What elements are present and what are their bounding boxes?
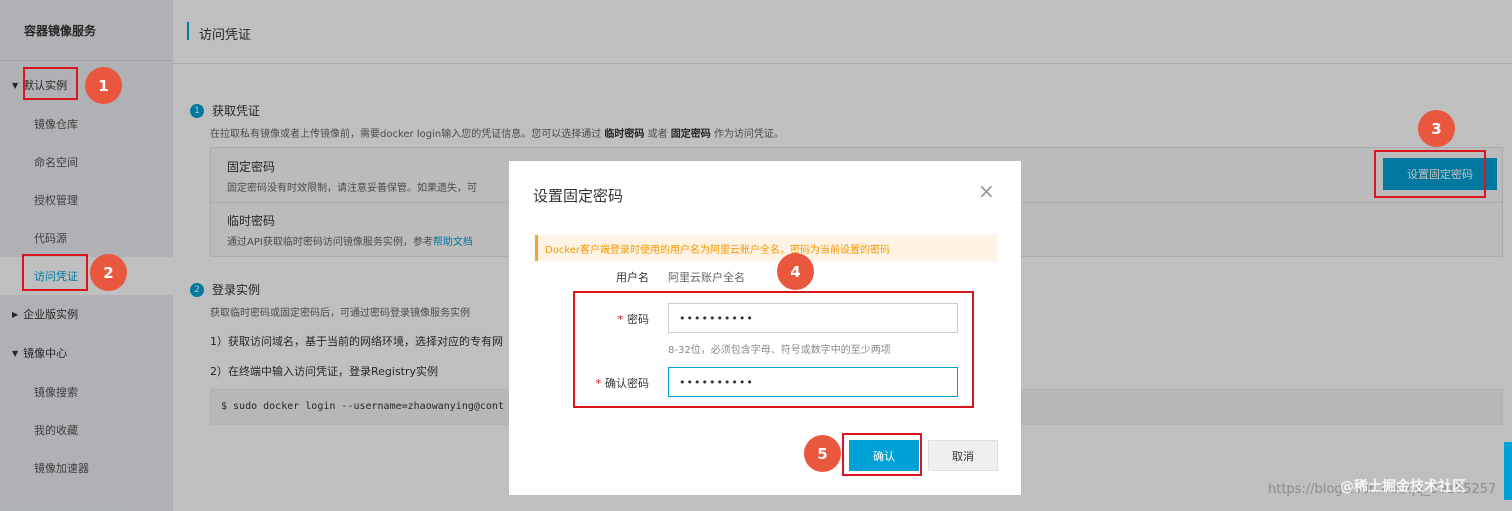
highlight-confirm-button bbox=[842, 433, 922, 476]
username-value: 阿里云账户全名 bbox=[668, 271, 745, 284]
dialog-title: 设置固定密码 bbox=[533, 187, 624, 205]
username-label: 用户名 bbox=[616, 271, 649, 284]
watermark-community: @稀土掘金技术社区 bbox=[1340, 479, 1466, 495]
feedback-side-tab[interactable] bbox=[1504, 442, 1512, 500]
annotation-badge-1: 1 bbox=[85, 67, 122, 104]
highlight-password-fields bbox=[573, 291, 974, 408]
annotation-badge-3: 3 bbox=[1418, 110, 1455, 147]
annotation-badge-4: 4 bbox=[777, 253, 814, 290]
username-notice-alert: Docker客户端登录时使用的用户名为阿里云账户全名，密码为当前设置的密码 bbox=[535, 235, 997, 261]
annotation-badge-2: 2 bbox=[90, 254, 127, 291]
cancel-button[interactable]: 取消 bbox=[928, 440, 998, 471]
annotation-badge-5: 5 bbox=[804, 435, 841, 472]
close-icon[interactable]: × bbox=[978, 181, 995, 201]
highlight-set-password-button bbox=[1374, 150, 1486, 198]
highlight-access-credentials bbox=[22, 254, 88, 291]
highlight-default-instance bbox=[23, 67, 78, 100]
